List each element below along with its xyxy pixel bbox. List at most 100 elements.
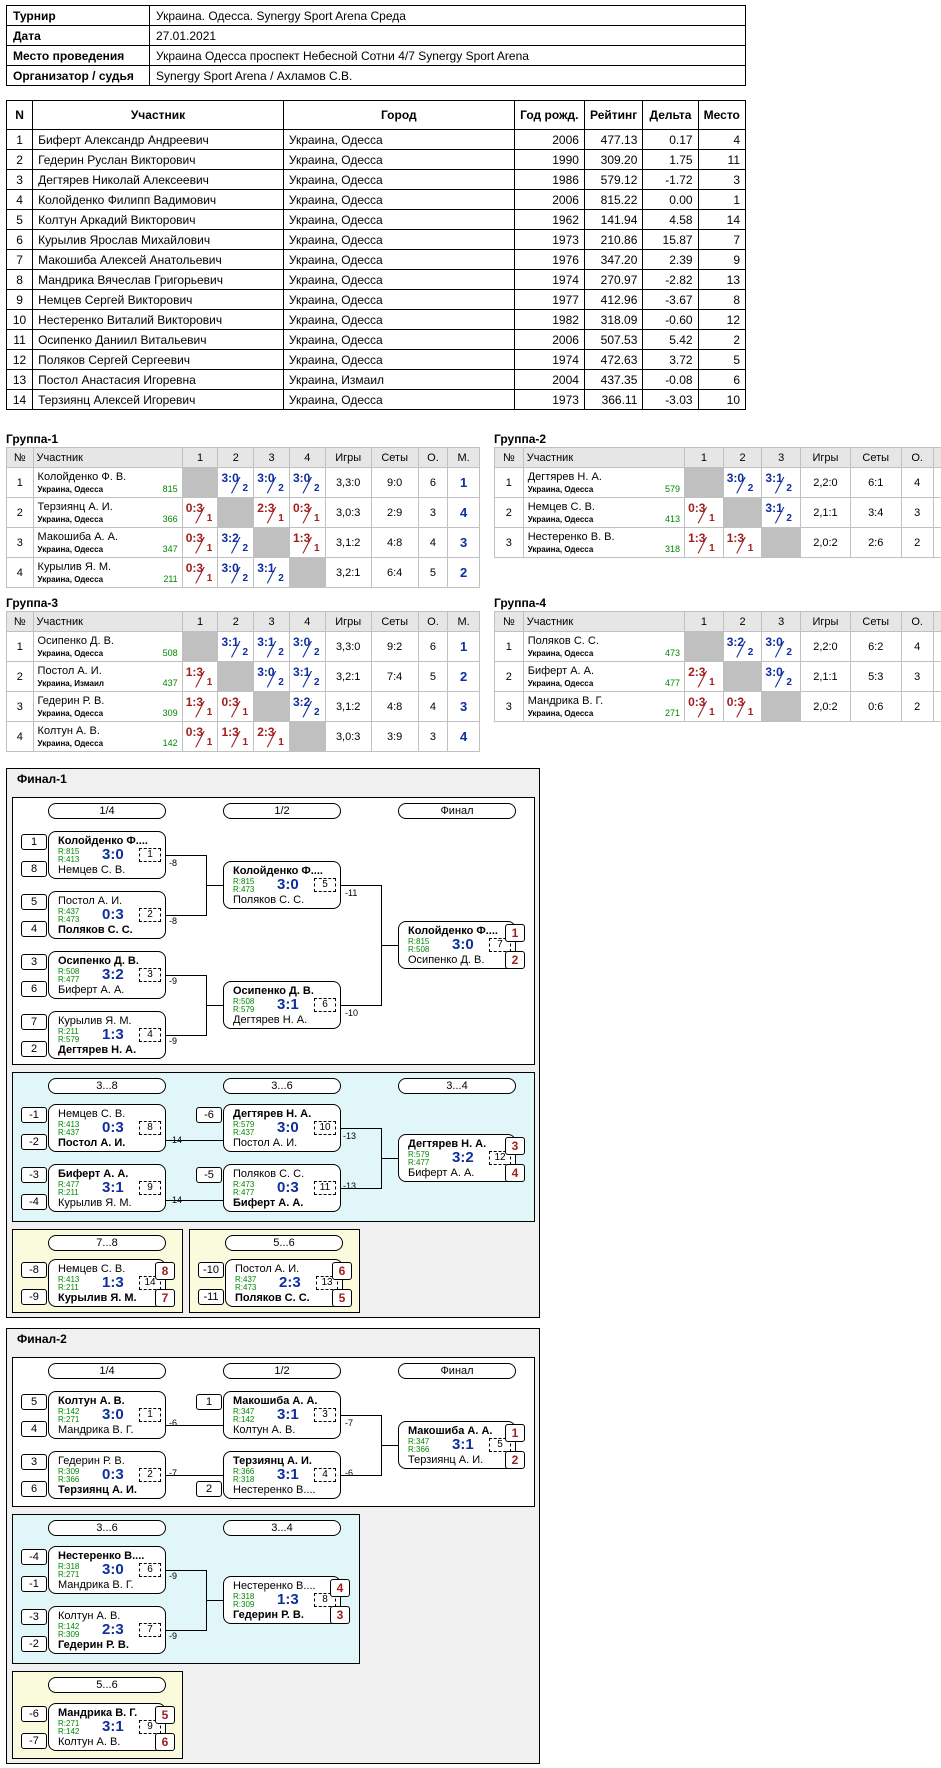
player-2-name: Мандрика В. Г. — [58, 1579, 134, 1591]
player-name: Колтун А. В. — [37, 725, 100, 737]
match-box: Колойденко Ф.... R:815 R:413 3:0 1 Немцев С. … — [48, 831, 166, 879]
match-cell: 3:0 ╱ 2 — [253, 661, 290, 692]
player-cell: 13 — [697, 269, 747, 290]
column-header: М. — [447, 447, 480, 468]
match-cell: 3:0 ╱ 2 — [288, 631, 326, 662]
match-number: 4 — [314, 1468, 336, 1482]
player-row: 11 Осипенко Даниил Витальевич Украина, Оде… — [5, 329, 747, 350]
slash: ╱ — [302, 537, 312, 553]
row-number: 1 — [6, 467, 34, 498]
player-cell: 2.39 — [642, 249, 699, 270]
points-value: 5 — [417, 557, 449, 588]
games-value: 2,0:2 — [800, 527, 851, 558]
place-box: 3 — [505, 1137, 525, 1155]
connector-line — [166, 1630, 206, 1631]
player-cell: -1.72 — [642, 169, 699, 190]
player-cell: Украина, Одесса — [282, 349, 515, 370]
place-value: 1 — [447, 631, 480, 662]
player-cell: Украина, Измаил — [282, 369, 515, 390]
sets-value: 0:6 — [849, 691, 902, 722]
player-2-name: Биферт А. А. — [58, 984, 125, 996]
match-cell: 1:3 ╱ 1 — [217, 721, 255, 752]
sets-value: 3:9 — [370, 721, 419, 752]
games-value: 3,2:1 — [324, 661, 372, 692]
panel-title: Финал-2 — [17, 1332, 67, 1346]
player-cell: 7 — [5, 249, 34, 270]
player-name: Биферт А. А. — [527, 665, 595, 677]
loser-target: -7 — [169, 1468, 178, 1478]
match-cell: 2:3 ╱ 1 — [253, 721, 290, 752]
player-city: Украина, Одесса — [527, 545, 594, 554]
final-1-panel: Финал-1 1/4 1/2 Финал Колойденко Ф.... R:815 R… — [6, 768, 540, 1318]
player-cell: 15.87 — [642, 229, 699, 250]
player-name: Гедерин Р. В. — [37, 695, 105, 707]
player-city: Украина, Одесса — [527, 485, 594, 494]
group-header-row: №Участник123ИгрыСетыО.М. — [494, 447, 941, 468]
player-rating: 309 — [162, 708, 178, 718]
player-cell: 5 — [697, 349, 747, 370]
player-cell: 5.42 — [642, 329, 699, 350]
seed-box: 1 — [21, 834, 47, 850]
player-1-name: Дегтярев Н. А. — [408, 1138, 487, 1150]
match-box: Мандрика В. Г. R:271 R:142 3:1 9 Колтун А. В. — [48, 1703, 166, 1751]
player-city: Украина, Одесса — [37, 515, 104, 524]
match-number: 1 — [139, 1408, 161, 1422]
seed-box: 4 — [21, 1421, 47, 1437]
match-points: 2 — [313, 707, 320, 718]
match-points: 1 — [278, 737, 284, 748]
slash: ╱ — [775, 507, 784, 523]
seed-box: -4 — [21, 1549, 47, 1565]
games-value: 3,3:0 — [324, 631, 372, 662]
player-name: Немцев С. В. — [527, 501, 595, 513]
match-score: 3:0 — [102, 846, 124, 863]
place-value: 1 — [932, 467, 941, 498]
match-box: Поляков С. С. R:473 R:477 0:3 11 Биферт А. А. — [223, 1164, 341, 1212]
match-points: 1 — [709, 707, 715, 718]
slash: ╱ — [302, 701, 312, 717]
player-2-name: Немцев С. В. — [58, 864, 126, 876]
connector-line — [166, 915, 206, 916]
stage-label: 1/2 — [223, 1363, 341, 1379]
player-2-name: Биферт А. А. — [233, 1197, 304, 1209]
player-name: Постол А. И. — [37, 665, 102, 677]
match-box: Немцев С. В. R:413 R:437 0:3 8 Постол А. И. — [48, 1104, 166, 1152]
player-cell: Биферт Александр Андреевич — [32, 129, 284, 150]
player-cell: Украина, Одесса — [282, 249, 515, 270]
stage-label: 3...4 — [398, 1078, 516, 1094]
connector-line — [166, 1200, 223, 1201]
slash: ╱ — [736, 537, 746, 553]
seed-box: 4 — [21, 921, 47, 937]
player-name: Колойденко Ф. В. — [37, 471, 127, 483]
match-points: 2 — [313, 483, 320, 494]
match-box: Терзиянц А. И. R:366 R:318 3:1 4 Нестеренко В… — [223, 1451, 341, 1499]
match-score: 1:3 — [102, 1026, 124, 1043]
column-header: 3 — [761, 447, 802, 468]
match-box: Гедерин Р. В. R:309 R:366 0:3 2 Терзиянц А. И… — [48, 1451, 166, 1499]
player-cell: -3.67 — [642, 289, 699, 310]
player-cell: Колойденко Филипп Вадимович — [32, 189, 284, 210]
player-2-name: Курылив Я. М. — [58, 1292, 137, 1304]
place-box: 4 — [505, 1164, 525, 1182]
player-cell: Постол А. И. Украина, Измаил 437 — [32, 661, 183, 692]
player-row: 3 Дегтярев Николай Алексеевич Украина, Оде… — [5, 169, 747, 190]
final-2-panel: Финал-2 1/4 1/2 Финал Колтун А. В. R:142 R:271… — [6, 1328, 540, 1764]
match-box: Макошиба А. А. R:347 R:142 3:1 3 Колтун А. В. — [223, 1391, 341, 1439]
player-cell: -0.08 — [642, 369, 699, 390]
player-cell: 12 — [697, 309, 747, 330]
player-2-name: Нестеренко В.... — [233, 1484, 316, 1496]
player-cell: 9 — [5, 289, 34, 310]
info-value: Украина. Одесса. Synergy Sport Arena Сре… — [149, 5, 746, 26]
match-points: 1 — [242, 707, 248, 718]
seed-box: -11 — [198, 1289, 224, 1305]
slash: ╱ — [736, 641, 746, 657]
match-points: 1 — [709, 677, 715, 688]
column-header: Сеты — [370, 611, 419, 632]
player-cell: -0.60 — [642, 309, 699, 330]
player-cell: 412.96 — [583, 289, 644, 310]
self-cell — [181, 631, 219, 662]
match-cell: 1:3 ╱ 1 — [181, 661, 219, 692]
match-box: Дегтярев Н. А. R:579 R:477 3:2 12 Биферт А. А… — [398, 1134, 516, 1182]
match-score: 3:0 — [277, 876, 299, 893]
column-header: Игры — [800, 611, 851, 632]
info-value: Synergy Sport Arena / Ахламов С.В. — [149, 65, 746, 86]
